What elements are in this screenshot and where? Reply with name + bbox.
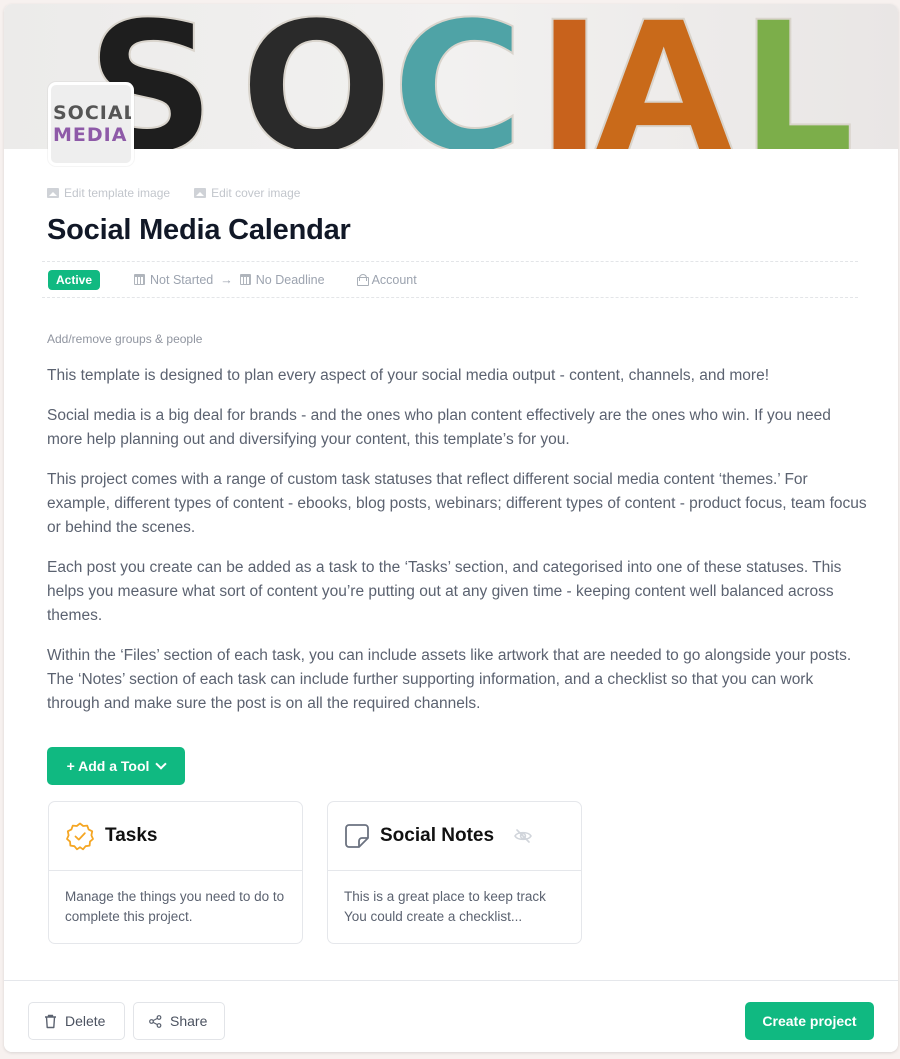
trash-icon [45, 1014, 56, 1028]
deadline-label: No Deadline [255, 272, 325, 287]
thumbnail-text: MEDIA [53, 124, 128, 146]
image-icon [194, 188, 207, 198]
tool-card-social-notes[interactable]: Social Notes This is a great place to ke… [327, 801, 582, 944]
create-project-button[interactable]: Create project [745, 1002, 874, 1040]
footer-bar: Delete Share Create project [4, 980, 898, 1052]
delete-button[interactable]: Delete [28, 1002, 125, 1040]
tool-description: Manage the things you need to do to comp… [65, 889, 285, 924]
share-icon [149, 1014, 162, 1028]
tool-card-header: Tasks [49, 802, 302, 871]
tool-card-tasks[interactable]: Tasks Manage the things you need to do t… [48, 801, 303, 944]
edit-cover-image-link[interactable]: Edit cover image [194, 186, 300, 200]
project-meta-bar: Active Not Started → No Deadline Account [42, 261, 858, 298]
page-title[interactable]: Social Media Calendar [47, 214, 351, 247]
tool-description: This is a great place to keep track You … [344, 889, 546, 924]
description-paragraph: This project comes with a range of custo… [47, 471, 867, 536]
badge-check-icon [66, 822, 94, 851]
tool-card-header: Social Notes [328, 802, 581, 871]
tool-name: Tasks [105, 825, 158, 846]
add-tool-button[interactable]: + Add a Tool [47, 747, 185, 785]
project-template-card: S O C I A L SOCIAL MEDIA Edit template i… [4, 4, 898, 1052]
edit-cover-image-label: Edit cover image [211, 186, 301, 200]
delete-label: Delete [65, 1013, 106, 1029]
description-paragraph: Within the ‘Files’ section of each task,… [47, 647, 852, 712]
deadline-picker[interactable]: No Deadline [239, 272, 325, 287]
lock-icon [356, 273, 369, 286]
description-paragraph: This template is designed to plan every … [47, 367, 770, 384]
arrow-right-icon: → [220, 272, 233, 287]
image-icon [47, 188, 59, 198]
access-selector[interactable]: Account [356, 272, 417, 287]
project-description[interactable]: This template is designed to plan every … [47, 364, 867, 732]
eye-off-icon[interactable] [514, 829, 532, 843]
cover-letter: O [239, 4, 394, 149]
cover-image: S O C I A L [4, 4, 898, 149]
chevron-down-icon [155, 758, 168, 770]
tool-name: Social Notes [380, 825, 495, 846]
template-thumbnail: SOCIAL MEDIA [48, 82, 134, 166]
edit-template-image-link[interactable]: Edit template image [47, 186, 170, 200]
cover-letter: C [391, 4, 525, 149]
start-date-picker[interactable]: Not Started [134, 273, 213, 287]
sticky-note-icon [345, 824, 369, 848]
status-badge[interactable]: Active [48, 269, 101, 290]
description-paragraph: Each post you create can be added as a t… [47, 559, 842, 624]
cover-letter: L [739, 4, 856, 149]
edit-template-image-label: Edit template image [64, 186, 171, 200]
share-label: Share [170, 1013, 208, 1029]
share-button[interactable]: Share [133, 1002, 225, 1040]
start-date-label: Not Started [150, 272, 214, 287]
cover-letter: A [593, 4, 734, 149]
add-remove-groups-link[interactable]: Add/remove groups & people [47, 332, 202, 346]
access-label: Account [371, 272, 417, 287]
calendar-icon [134, 274, 146, 285]
image-edit-links: Edit template image Edit cover image [47, 186, 300, 200]
calendar-icon [239, 274, 251, 285]
add-tool-label: + Add a Tool [66, 758, 150, 774]
cover-letter: I [535, 4, 604, 149]
description-paragraph: Social media is a big deal for brands - … [47, 407, 831, 448]
thumbnail-text: SOCIAL [53, 102, 134, 124]
